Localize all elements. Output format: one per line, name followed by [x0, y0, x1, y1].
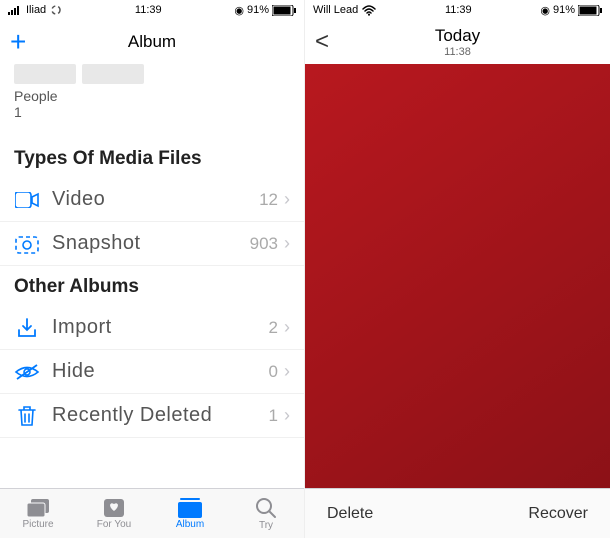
- screenshot-icon: [14, 233, 40, 255]
- people-label: People: [0, 88, 304, 104]
- bottom-action-bar: Delete Recover: [305, 488, 610, 538]
- for-you-icon: [103, 498, 125, 518]
- chevron-right-icon: ›: [284, 361, 290, 382]
- video-icon: [14, 189, 40, 211]
- row-snapshot[interactable]: Snapshot 903 ›: [0, 222, 304, 266]
- row-recently-deleted[interactable]: Recently Deleted 1 ›: [0, 394, 304, 438]
- albums-icon: [178, 498, 202, 518]
- row-count: 2: [269, 318, 278, 338]
- chevron-right-icon: ›: [284, 317, 290, 338]
- status-right-left: ◉ 91%: [234, 4, 296, 17]
- people-count: 1: [0, 104, 304, 138]
- row-label: Recently Deleted: [52, 404, 269, 427]
- tab-album[interactable]: Album: [152, 489, 228, 538]
- row-count: 1: [269, 406, 278, 426]
- loading-icon: [50, 4, 62, 16]
- nav-bar-photo: < Today 11:38: [305, 20, 610, 64]
- status-time-left: 11:39: [135, 4, 162, 16]
- row-label: Video: [52, 188, 259, 211]
- album-thumb[interactable]: [82, 64, 144, 84]
- delete-button[interactable]: Delete: [327, 505, 373, 523]
- add-button[interactable]: +: [10, 26, 26, 58]
- status-bar-left: Iliad 11:39 ◉ 91%: [0, 0, 304, 20]
- tab-label: Try: [259, 520, 273, 531]
- row-hide[interactable]: Hide 0 ›: [0, 350, 304, 394]
- album-thumb[interactable]: [14, 64, 76, 84]
- trash-icon: [14, 405, 40, 427]
- tab-label: Album: [176, 519, 204, 530]
- row-count: 12: [259, 190, 278, 210]
- chevron-right-icon: ›: [284, 189, 290, 210]
- tab-search[interactable]: Try: [228, 489, 304, 538]
- wifi-icon: [362, 5, 376, 16]
- tab-label: For You: [97, 519, 131, 530]
- hide-icon: [14, 361, 40, 383]
- carrier-label: Will Lead: [313, 4, 358, 16]
- import-icon: [14, 317, 40, 339]
- carrier-label: Iliad: [26, 4, 46, 16]
- chevron-right-icon: ›: [284, 405, 290, 426]
- status-bar-right: Will Lead 11:39 ◉ 91%: [305, 0, 610, 20]
- row-import[interactable]: Import 2 ›: [0, 306, 304, 350]
- back-button[interactable]: <: [315, 28, 329, 56]
- row-video[interactable]: Video 12 ›: [0, 178, 304, 222]
- status-time-right: 11:39: [445, 4, 472, 16]
- section-media-types: Types Of Media Files: [0, 138, 304, 178]
- section-other-albums: Other Albums: [0, 266, 304, 306]
- nav-title: Album: [128, 32, 176, 52]
- row-count: 903: [250, 234, 278, 254]
- row-count: 0: [269, 362, 278, 382]
- nav-bar-albums: + Album: [0, 20, 304, 64]
- chevron-right-icon: ›: [284, 233, 290, 254]
- albums-content: People 1 Types Of Media Files Video 12 ›…: [0, 64, 304, 488]
- tab-label: Picture: [22, 519, 53, 530]
- row-label: Snapshot: [52, 232, 250, 255]
- battery-icon: [578, 5, 602, 16]
- search-icon: [255, 497, 277, 519]
- tab-bar: Picture For You Album Try: [0, 488, 304, 538]
- tab-for-you[interactable]: For You: [76, 489, 152, 538]
- photo-view[interactable]: [305, 64, 610, 488]
- row-label: Import: [52, 316, 269, 339]
- photos-icon: [26, 498, 50, 518]
- row-label: Hide: [52, 360, 269, 383]
- status-left-r: Will Lead: [313, 4, 376, 16]
- deleted-photo-screen: Will Lead 11:39 ◉ 91% < Today 11:38 Dele…: [305, 0, 610, 538]
- battery-icon: [272, 5, 296, 16]
- signal-icon: [8, 5, 22, 15]
- tab-picture[interactable]: Picture: [0, 489, 76, 538]
- status-left: Iliad: [8, 4, 62, 16]
- albums-screen: Iliad 11:39 ◉ 91% + Album People 1 Types…: [0, 0, 305, 538]
- recover-button[interactable]: Recover: [528, 505, 588, 523]
- status-right-r: ◉ 91%: [540, 4, 602, 17]
- nav-title-today: Today: [435, 26, 480, 46]
- battery-pct: 91%: [553, 4, 575, 16]
- nav-title-wrap: Today 11:38: [435, 26, 480, 58]
- battery-pct: 91%: [247, 4, 269, 16]
- thumb-row: [0, 64, 304, 88]
- nav-subtitle-time: 11:38: [444, 46, 471, 58]
